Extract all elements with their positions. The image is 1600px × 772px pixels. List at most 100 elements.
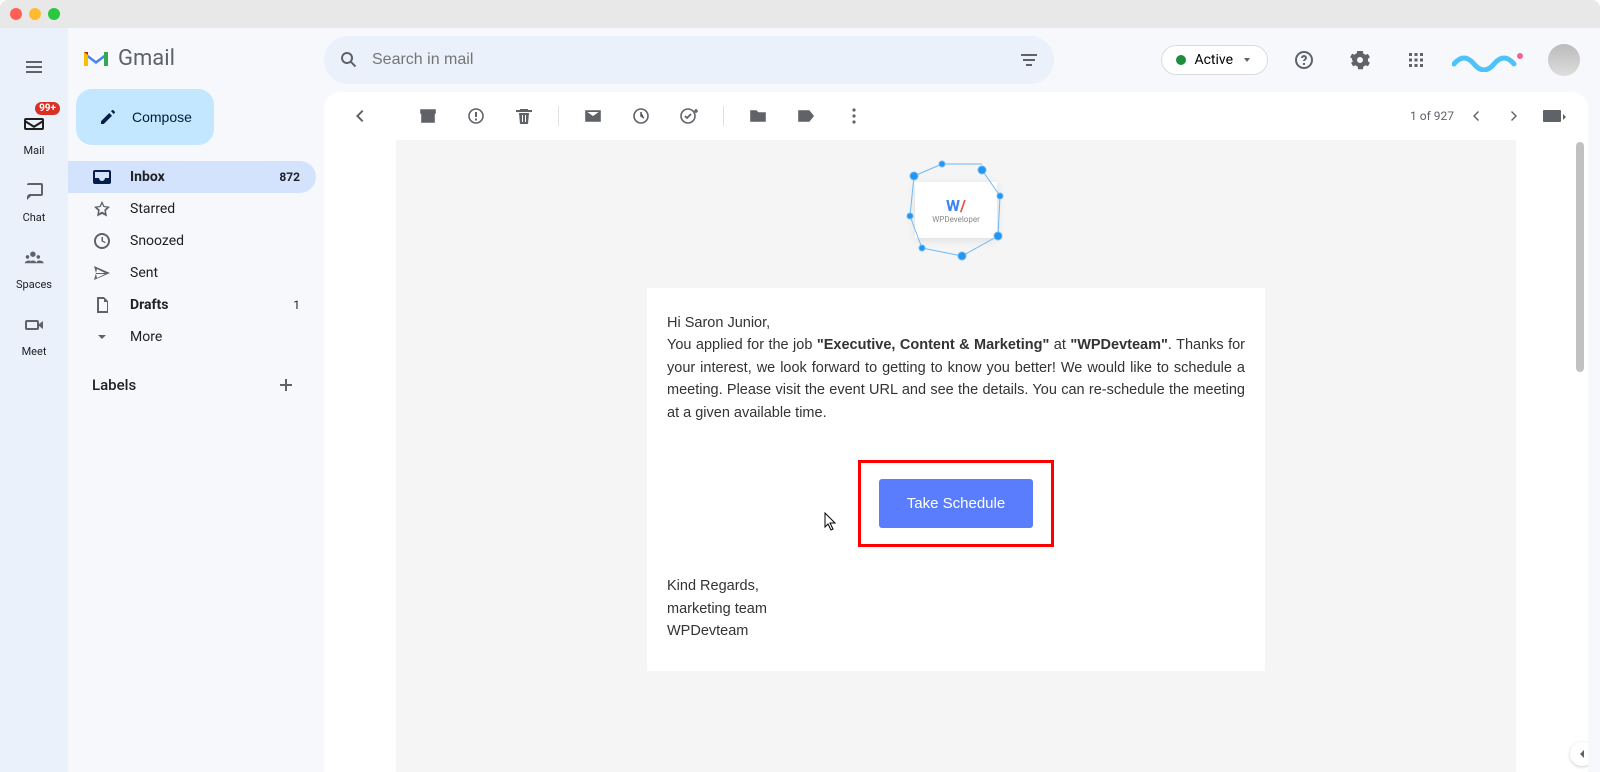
cta-highlight-box: Take Schedule xyxy=(858,460,1054,547)
delete-button[interactable] xyxy=(504,96,544,136)
support-button[interactable] xyxy=(1284,40,1324,80)
email-signoff-1: Kind Regards, xyxy=(667,575,1245,597)
left-rail: 99+ Mail Chat Spaces Meet xyxy=(0,28,68,772)
hamburger-icon xyxy=(23,55,45,77)
brand[interactable]: Gmail xyxy=(68,36,316,89)
plus-icon xyxy=(277,376,295,394)
move-to-button[interactable] xyxy=(738,96,778,136)
chevron-left-icon xyxy=(1468,108,1484,124)
labels-button[interactable] xyxy=(786,96,826,136)
archive-button[interactable] xyxy=(408,96,448,136)
nav-inbox[interactable]: Inbox 872 xyxy=(68,161,316,193)
next-button[interactable] xyxy=(1498,96,1530,136)
archive-icon xyxy=(418,106,438,126)
window-minimize-button[interactable] xyxy=(29,8,41,20)
back-button[interactable] xyxy=(340,96,380,136)
nav-snoozed[interactable]: Snoozed xyxy=(68,225,316,257)
dropdown-caret-icon xyxy=(1241,54,1253,66)
org-logo xyxy=(1452,46,1532,74)
add-label-button[interactable] xyxy=(272,371,300,399)
nav-inbox-label: Inbox xyxy=(130,169,165,185)
nav-sent-label: Sent xyxy=(130,265,158,281)
compose-button[interactable]: Compose xyxy=(76,89,214,145)
snooze-button[interactable] xyxy=(621,96,661,136)
gmail-logo-icon xyxy=(82,48,110,70)
clock-icon xyxy=(92,231,112,251)
pencil-icon xyxy=(98,107,118,127)
email-signoff-3: WPDevteam xyxy=(667,620,1245,642)
status-label: Active xyxy=(1194,52,1233,68)
rail-mail-label: Mail xyxy=(24,144,45,157)
email-canvas: W/ WPDeveloper Hi Saron Junior, You appl… xyxy=(396,140,1516,772)
content-pane: 1 of 927 xyxy=(324,92,1588,772)
rail-mail[interactable]: 99+ Mail xyxy=(18,108,50,157)
nav-snoozed-label: Snoozed xyxy=(130,233,184,249)
email-signoff-2: marketing team xyxy=(667,598,1245,620)
window-close-button[interactable] xyxy=(10,8,22,20)
main-area: Active xyxy=(324,28,1600,772)
nav-sent[interactable]: Sent xyxy=(68,257,316,289)
add-to-tasks-button[interactable] xyxy=(669,96,709,136)
report-spam-button[interactable] xyxy=(456,96,496,136)
rail-chat-label: Chat xyxy=(23,211,46,224)
email-logo-block: W/ WPDeveloper xyxy=(396,140,1516,288)
rail-meet[interactable]: Meet xyxy=(18,309,50,358)
rail-meet-label: Meet xyxy=(22,345,47,358)
prev-button[interactable] xyxy=(1460,96,1492,136)
mark-unread-button[interactable] xyxy=(573,96,613,136)
chat-icon xyxy=(23,180,45,202)
keyboard-icon xyxy=(1542,109,1566,123)
window-maximize-button[interactable] xyxy=(48,8,60,20)
status-chip[interactable]: Active xyxy=(1161,45,1268,75)
chevron-right-icon xyxy=(1506,108,1522,124)
take-schedule-button[interactable]: Take Schedule xyxy=(879,479,1033,528)
pager-text: 1 of 927 xyxy=(1410,109,1454,123)
sidebar: Gmail Compose Inbox 872 Starred Snoozed … xyxy=(68,28,324,772)
nav-starred[interactable]: Starred xyxy=(68,193,316,225)
input-tool-button[interactable] xyxy=(1536,96,1572,136)
more-button[interactable] xyxy=(834,96,874,136)
scrollbar-thumb[interactable] xyxy=(1576,142,1584,372)
search-options-icon[interactable] xyxy=(1018,49,1040,71)
side-panel-toggle[interactable] xyxy=(1570,742,1588,766)
folder-move-icon xyxy=(748,106,768,126)
status-dot-icon xyxy=(1176,55,1186,65)
settings-button[interactable] xyxy=(1340,40,1380,80)
folder-nav: Inbox 872 Starred Snoozed Sent Drafts 1 xyxy=(68,161,316,353)
main-menu-button[interactable] xyxy=(10,42,58,90)
trash-icon xyxy=(514,106,534,126)
spaces-icon xyxy=(23,247,45,269)
apps-grid-icon xyxy=(1406,50,1426,70)
star-icon xyxy=(92,199,112,219)
nav-drafts[interactable]: Drafts 1 xyxy=(68,289,316,321)
nav-drafts-count: 1 xyxy=(293,298,300,312)
chevron-left-icon xyxy=(1576,748,1588,760)
nav-starred-label: Starred xyxy=(130,201,175,217)
search-bar[interactable] xyxy=(324,36,1054,84)
brand-name: Gmail xyxy=(118,46,175,71)
arrow-left-icon xyxy=(350,106,370,126)
email-viewport[interactable]: W/ WPDeveloper Hi Saron Junior, You appl… xyxy=(324,140,1588,772)
file-icon xyxy=(92,295,112,315)
rail-spaces-label: Spaces xyxy=(16,278,52,291)
email-card: Hi Saron Junior, You applied for the job… xyxy=(647,288,1265,671)
window-chrome xyxy=(0,0,1600,28)
rail-spaces[interactable]: Spaces xyxy=(16,242,52,291)
clock-icon xyxy=(631,106,651,126)
gear-icon xyxy=(1349,49,1371,71)
email-greeting: Hi Saron Junior, xyxy=(667,312,1245,334)
network-graphic-icon xyxy=(902,156,1010,264)
search-input[interactable] xyxy=(372,51,1006,69)
search-icon xyxy=(338,49,360,71)
nav-more[interactable]: More xyxy=(68,321,316,353)
topbar: Active xyxy=(324,28,1588,92)
meet-icon xyxy=(23,314,45,336)
apps-button[interactable] xyxy=(1396,40,1436,80)
rail-chat[interactable]: Chat xyxy=(18,175,50,224)
account-avatar[interactable] xyxy=(1548,44,1580,76)
spam-icon xyxy=(466,106,486,126)
nav-inbox-count: 872 xyxy=(279,170,300,184)
nav-drafts-label: Drafts xyxy=(130,297,168,313)
help-icon xyxy=(1293,49,1315,71)
nav-more-label: More xyxy=(130,329,162,345)
